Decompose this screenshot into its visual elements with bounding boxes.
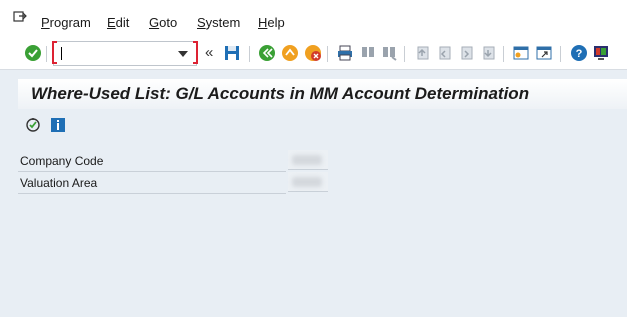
- toolbar-separator: [560, 46, 561, 62]
- company-code-row: Company Code: [18, 150, 286, 172]
- toolbar-separator: [503, 46, 504, 62]
- find-icon[interactable]: [359, 44, 377, 62]
- menu-edit[interactable]: Edit: [107, 15, 129, 30]
- text-cursor: [61, 47, 62, 60]
- menu-program[interactable]: Program: [41, 15, 91, 30]
- command-field-bracket-left: [52, 41, 57, 64]
- first-page-icon[interactable]: [413, 44, 431, 62]
- menu-system[interactable]: System: [197, 15, 240, 30]
- toolbar-separator: [327, 46, 328, 62]
- valuation-area-row: Valuation Area: [18, 172, 286, 194]
- application-toolbar: [18, 110, 627, 140]
- valuation-area-label: Valuation Area: [20, 176, 98, 190]
- previous-page-icon[interactable]: [435, 44, 453, 62]
- page-title: Where-Used List: G/L Accounts in MM Acco…: [31, 84, 530, 103]
- toolbar-separator: [249, 46, 250, 62]
- redacted-value: [292, 155, 322, 165]
- collapse-icon[interactable]: «: [205, 44, 213, 61]
- svg-text:?: ?: [576, 48, 583, 60]
- company-code-label: Company Code: [20, 154, 104, 168]
- toolbar-separator: [46, 46, 47, 62]
- redacted-value: [292, 177, 322, 187]
- command-field-bracket-right: [193, 41, 198, 64]
- menu-system-rest: ystem: [205, 15, 241, 30]
- menu-program-rest: rogram: [49, 15, 91, 30]
- save-icon[interactable]: [223, 44, 241, 62]
- last-page-icon[interactable]: [479, 44, 497, 62]
- toolbar-separator: [404, 46, 405, 62]
- title-bar: Where-Used List: G/L Accounts in MM Acco…: [18, 79, 627, 109]
- next-page-icon[interactable]: [457, 44, 475, 62]
- menu-bar: Program Edit Goto System Help: [0, 0, 627, 38]
- menu-exit-icon[interactable]: [13, 11, 27, 23]
- execute-icon[interactable]: [25, 117, 41, 133]
- cancel-icon[interactable]: [304, 44, 322, 62]
- help-icon[interactable]: ?: [570, 44, 588, 62]
- enter-icon[interactable]: [24, 44, 42, 62]
- company-code-value: [288, 150, 328, 170]
- shortcut-icon[interactable]: [535, 44, 553, 62]
- menu-goto[interactable]: Goto: [149, 15, 177, 30]
- menu-edit-rest: dit: [115, 15, 130, 30]
- print-icon[interactable]: [336, 44, 354, 62]
- customize-layout-icon[interactable]: [592, 44, 610, 62]
- menu-help[interactable]: Help: [258, 15, 285, 30]
- chevron-down-icon[interactable]: [178, 51, 188, 57]
- information-icon[interactable]: [50, 117, 66, 133]
- new-session-icon[interactable]: [512, 44, 530, 62]
- menu-help-rest: elp: [267, 15, 285, 30]
- find-next-icon[interactable]: [380, 44, 398, 62]
- valuation-area-value: [288, 172, 328, 192]
- back-icon[interactable]: [258, 44, 276, 62]
- exit-icon[interactable]: [281, 44, 299, 62]
- command-field[interactable]: [52, 41, 198, 66]
- menu-goto-rest: oto: [159, 15, 178, 30]
